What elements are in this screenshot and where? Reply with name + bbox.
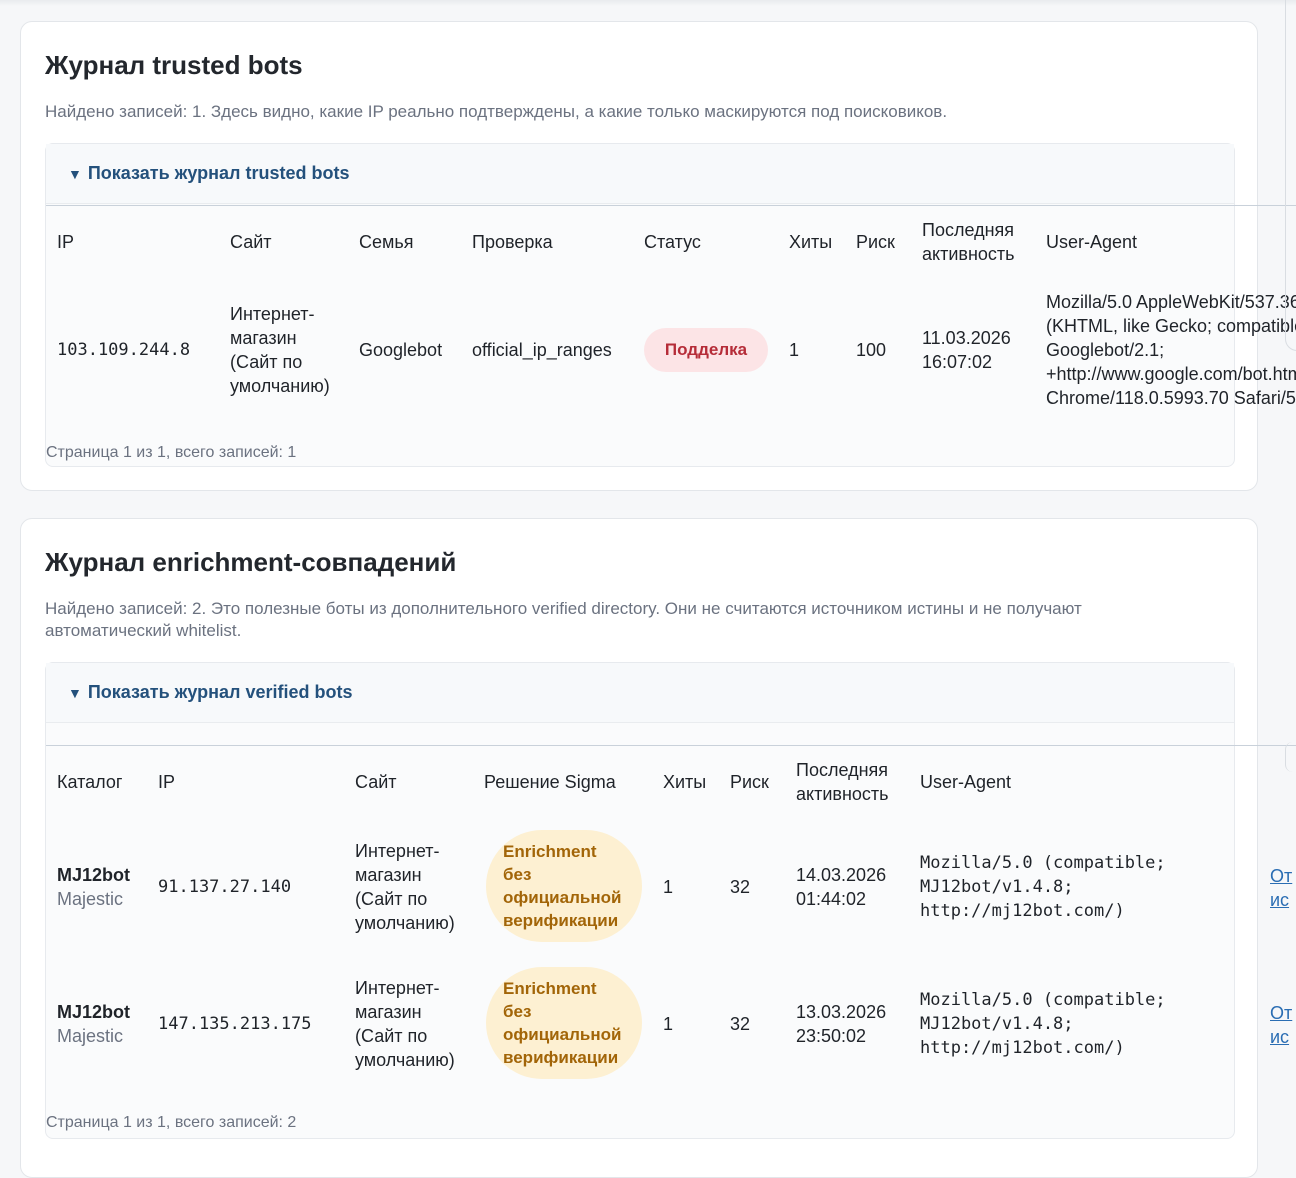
col-catalog: Каталог [57,772,123,792]
cell-site: Интернет- магазин (Сайт по умолчанию) [230,304,330,396]
cell-hits: 1 [663,877,674,897]
col-last-activity: Последняя активность [922,220,1015,264]
cell-last-activity: 14.03.2026 01:44:02 [796,865,887,909]
triangle-down-icon: ▼ [68,165,82,182]
cell-user-agent: Mozilla/5.0 (compatible; MJ12bot/v1.4.8;… [920,853,1166,921]
cell-risk: 100 [856,340,887,360]
cell-bot-name: MJ12bot [57,865,131,885]
trusted-bots-panel: ▼ Показать журнал trusted bots IP Сайт С… [45,143,1296,467]
trusted-bots-toggle-label: Показать журнал trusted bots [87,163,350,183]
decision-badge: Enrichment без официальной верификации [486,830,642,942]
table-scroll-edge [46,745,1296,746]
cell-risk: 32 [730,877,751,897]
cell-last-activity: 11.03.2026 16:07:02 [922,328,1011,372]
overflow-frame [1285,742,1296,772]
cell-risk: 32 [730,1014,751,1034]
col-user-agent: User-Agent [1046,232,1138,252]
cell-user-agent: Mozilla/5.0 (compatible; MJ12bot/v1.4.8;… [920,990,1166,1058]
row-action-link[interactable]: От ис [1270,864,1292,912]
cell-site: Интернет- магазин (Сайт по умолчанию) [355,978,455,1070]
enrichment-title: Журнал enrichment-совпадений [45,547,457,577]
col-site: Сайт [355,772,397,792]
cell-site: Интернет- магазин (Сайт по умолчанию) [355,841,455,933]
col-risk: Риск [856,232,895,252]
overflow-frame [1285,0,1296,351]
col-sigma-decision: Решение Sigma [484,772,616,792]
cell-ip[interactable]: 147.135.213.175 [158,1012,312,1036]
verified-bots-toggle-label: Показать журнал verified bots [87,682,353,702]
col-ip: IP [57,232,75,252]
cell-user-agent: Mozilla/5.0 AppleWebKit/537.36 (KHTML, l… [1046,292,1296,408]
pagination-info: Страница 1 из 1, всего записей: 1 [46,444,297,461]
trusted-bots-title: Журнал trusted bots [45,50,303,80]
col-site: Сайт [230,232,272,252]
col-risk: Риск [730,772,769,792]
triangle-down-icon: ▼ [68,684,82,701]
cell-vendor: Majestic [57,1026,124,1046]
cell-hits: 1 [789,340,800,360]
cell-hits: 1 [663,1014,674,1034]
pagination-info: Страница 1 из 1, всего записей: 2 [46,1114,297,1131]
col-last-activity: Последняя активность [796,760,889,804]
col-check: Проверка [472,232,553,252]
status-badge: Подделка [644,328,768,372]
verified-bots-toggle[interactable]: ▼ Показать журнал verified bots [46,663,1234,723]
col-hits: Хиты [789,232,833,252]
col-family: Семья [359,232,414,252]
enrichment-card: Журнал enrichment-совпадений Найдено зап… [20,518,1296,1178]
table-scroll-edge [46,205,1296,206]
enrichment-description: Найдено записей: 2. Это полезные боты из… [45,599,1082,640]
trusted-bots-card: Журнал trusted bots Найдено записей: 1. … [20,21,1296,491]
decision-badge: Enrichment без официальной верификации [486,967,642,1079]
col-ip: IP [158,772,176,792]
cell-check: official_ip_ranges [472,340,612,360]
cell-bot-name: MJ12bot [57,1002,131,1022]
cell-ip[interactable]: 103.109.244.8 [57,338,190,362]
col-user-agent: User-Agent [920,772,1012,792]
trusted-bots-description: Найдено записей: 1. Здесь видно, какие I… [45,102,948,121]
trusted-bots-toggle[interactable]: ▼ Показать журнал trusted bots [46,144,1234,204]
row-action-link[interactable]: От ис [1270,1001,1292,1049]
cell-family: Googlebot [359,340,443,360]
verified-bots-panel: ▼ Показать журнал verified bots Каталог … [45,662,1296,1139]
top-edge [0,0,1296,6]
cell-vendor: Majestic [57,889,124,909]
col-status: Статус [644,232,701,252]
col-hits: Хиты [663,772,707,792]
cell-ip[interactable]: 91.137.27.140 [158,875,291,899]
cell-last-activity: 13.03.2026 23:50:02 [796,1002,887,1046]
